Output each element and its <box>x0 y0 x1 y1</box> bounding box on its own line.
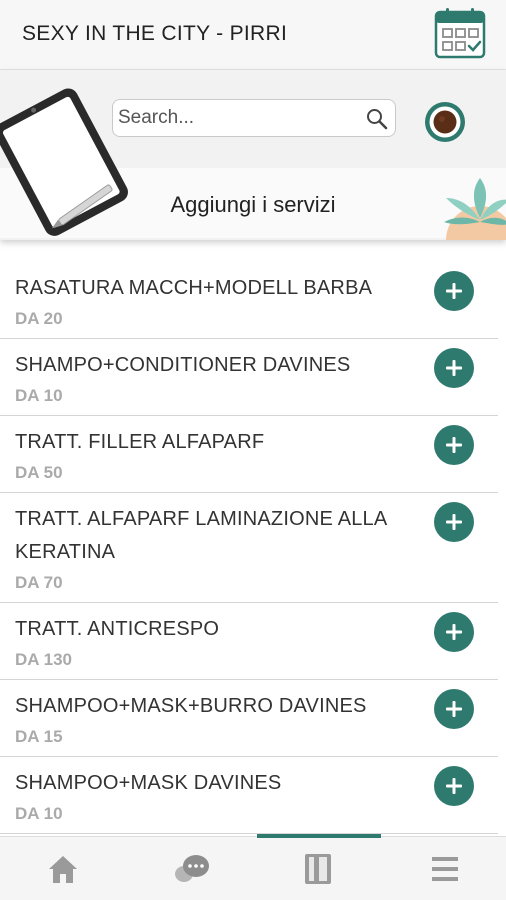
plus-icon <box>446 778 462 794</box>
app-title: SEXY IN THE CITY - PIRRI <box>22 22 288 45</box>
service-item: RASATURA MACCH+MODELL BARBA DA 20 <box>0 262 498 339</box>
service-name: SHAMPOO+MASK+BURRO DAVINES <box>15 695 367 717</box>
add-service-button[interactable] <box>434 348 474 388</box>
active-tab-indicator <box>257 834 381 838</box>
service-item: TRATT. ALFAPARF LAMINAZIONE ALLA KERATIN… <box>0 493 498 603</box>
service-price: DA 20 <box>15 309 63 328</box>
top-bar: SEXY IN THE CITY - PIRRI <box>0 0 506 70</box>
search-icon[interactable] <box>365 107 389 131</box>
plus-icon <box>446 360 462 376</box>
page-title: Aggiungi i servizi <box>170 192 336 217</box>
service-price: DA 10 <box>15 804 63 823</box>
service-list: RASATURA MACCH+MODELL BARBA DA 20 SHAMPO+C… <box>0 262 506 836</box>
bottom-nav <box>0 834 506 900</box>
add-service-button[interactable] <box>434 689 474 729</box>
calendar-check-icon[interactable] <box>432 7 488 61</box>
chat-icon[interactable] <box>173 852 211 886</box>
service-name: TRATT. ANTICRESPO <box>15 618 220 640</box>
service-price: DA 130 <box>15 650 73 669</box>
plus-icon <box>446 437 462 453</box>
service-price: DA 15 <box>15 727 63 746</box>
add-service-button[interactable] <box>434 425 474 465</box>
plus-icon <box>446 283 462 299</box>
search-box[interactable] <box>112 99 396 137</box>
add-service-button[interactable] <box>434 766 474 806</box>
service-price: DA 70 <box>15 573 63 592</box>
coffee-cup-icon[interactable] <box>424 101 466 143</box>
plant-illustration <box>444 178 506 240</box>
add-service-button[interactable] <box>434 612 474 652</box>
header-banner: Aggiungi i servizi <box>0 70 506 240</box>
service-name: TRATT. ALFAPARF LAMINAZIONE ALLA KERATIN… <box>15 508 387 563</box>
service-price: DA 10 <box>15 386 63 405</box>
menu-icon[interactable] <box>428 852 462 886</box>
service-item: SHAMPOO+MASK DAVINES DA 10 <box>0 757 498 834</box>
plus-icon <box>446 701 462 717</box>
add-service-button[interactable] <box>434 271 474 311</box>
service-item: SHAMPOO+MASK+BURRO DAVINES DA 15 <box>0 680 498 757</box>
plus-icon <box>446 624 462 640</box>
notebook-icon[interactable] <box>301 852 335 886</box>
plus-icon <box>446 514 462 530</box>
service-item: TRATT. FILLER ALFAPARF DA 50 <box>0 416 498 493</box>
service-name: TRATT. FILLER ALFAPARF <box>15 431 265 453</box>
add-service-button[interactable] <box>434 502 474 542</box>
search-input[interactable] <box>118 105 358 131</box>
service-name: SHAMPO+CONDITIONER DAVINES <box>15 354 351 376</box>
service-item: TRATT. ANTICRESPO DA 130 <box>0 603 498 680</box>
service-name: SHAMPOO+MASK DAVINES <box>15 772 282 794</box>
service-price: DA 50 <box>15 463 63 482</box>
home-icon[interactable] <box>46 852 80 886</box>
service-name: RASATURA MACCH+MODELL BARBA <box>15 277 373 299</box>
service-item: SHAMPO+CONDITIONER DAVINES DA 10 <box>0 339 498 416</box>
